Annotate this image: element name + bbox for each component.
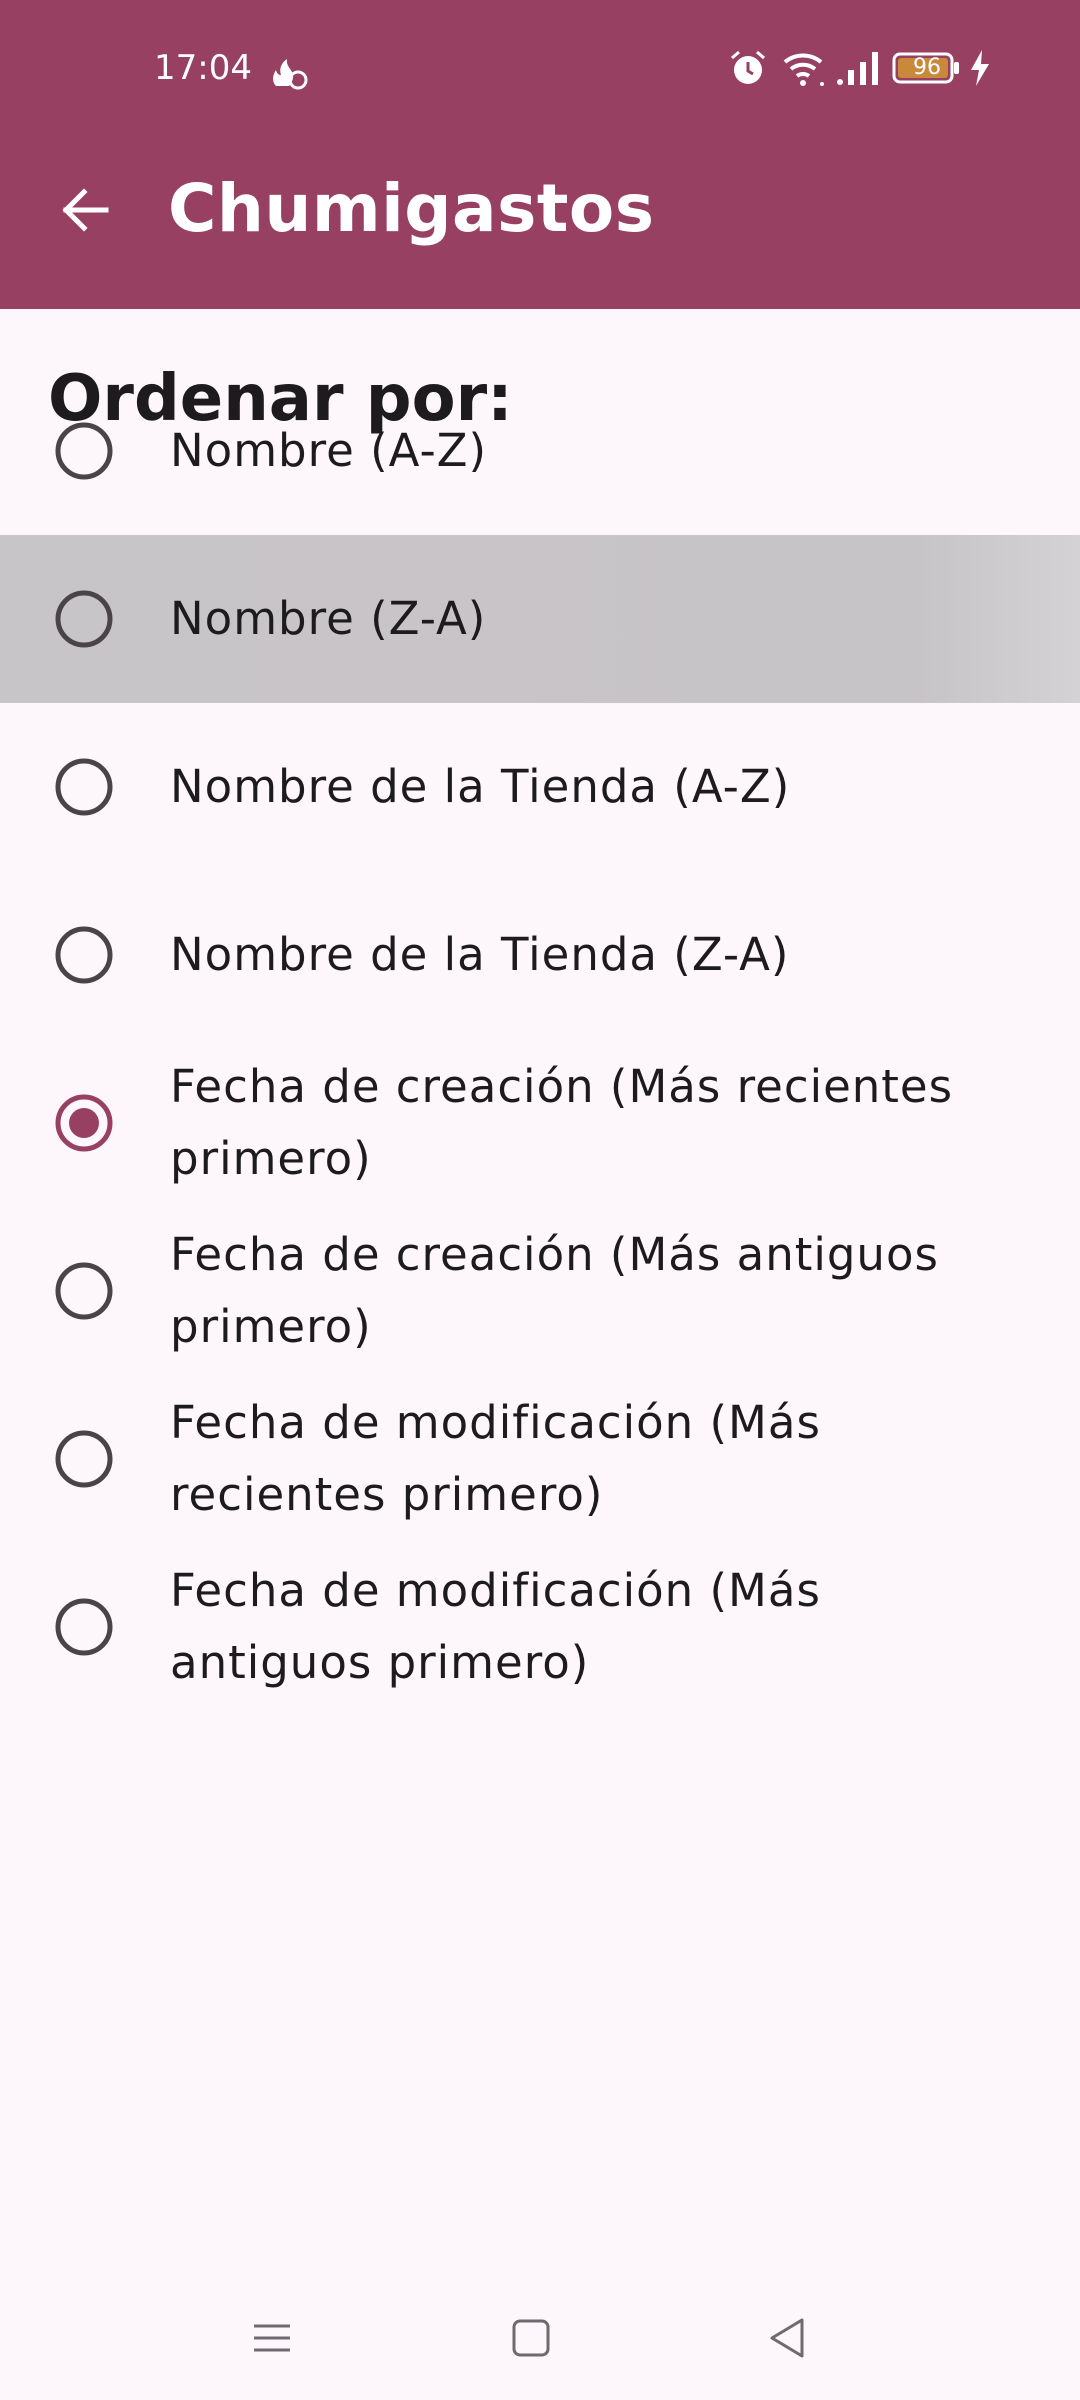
sort-option-label: Fecha de modificación (Más recientes pri… [170, 1396, 821, 1521]
sort-option-label: Nombre de la Tienda (Z-A) [170, 928, 790, 981]
sort-option-label: Nombre (Z-A) [170, 592, 487, 645]
signal-icon [837, 52, 878, 85]
back-button[interactable] [52, 178, 116, 242]
radio-unselected-icon[interactable] [54, 421, 114, 481]
radio-unselected-icon[interactable] [54, 925, 114, 985]
menu-icon[interactable] [242, 2308, 302, 2368]
sort-option-name-desc[interactable]: Nombre (Z-A) [0, 535, 1080, 703]
charging-icon [971, 50, 989, 86]
sort-option-store-desc[interactable]: Nombre de la Tienda (Z-A) [0, 871, 1080, 1039]
sort-option-label: Fecha de creación (Más recientes primero… [170, 1060, 954, 1185]
alarm-icon [731, 50, 765, 84]
sort-option-label: Nombre (A-Z) [170, 424, 488, 477]
home-square-icon[interactable] [501, 2308, 561, 2368]
radio-unselected-icon[interactable] [54, 589, 114, 649]
sort-option-label: Fecha de modificación (Más antiguos prim… [170, 1564, 821, 1689]
radio-unselected-icon[interactable] [54, 1597, 114, 1657]
app-title: Chumigastos [168, 170, 655, 247]
radio-selected-icon[interactable] [54, 1093, 114, 1153]
radio-unselected-icon[interactable] [54, 1261, 114, 1321]
sort-option-store-asc[interactable]: Nombre de la Tienda (A-Z) [0, 703, 1080, 871]
sort-option-created-newest[interactable]: Fecha de creación (Más recientes primero… [0, 1039, 1080, 1207]
arrow-left-icon [62, 188, 109, 232]
sort-option-created-oldest[interactable]: Fecha de creación (Más antiguos primero) [0, 1207, 1080, 1375]
fire-icon [273, 59, 308, 90]
back-triangle-icon[interactable] [758, 2308, 818, 2368]
wifi-icon [783, 53, 824, 86]
system-nav-bar [0, 2268, 1080, 2400]
radio-unselected-icon[interactable] [54, 1429, 114, 1489]
app-bar: 17:04 96 Chumigastos [0, 0, 1080, 309]
status-icons: 96 [720, 48, 1080, 96]
sort-option-modified-newest[interactable]: Fecha de modificación (Más recientes pri… [0, 1375, 1080, 1543]
sort-option-name-asc[interactable]: Nombre (A-Z) [0, 367, 1080, 535]
battery-level: 96 [913, 55, 941, 80]
sort-option-modified-oldest[interactable]: Fecha de modificación (Más antiguos prim… [0, 1543, 1080, 1711]
sort-option-label: Fecha de creación (Más antiguos primero) [170, 1228, 939, 1353]
status-time: 17:04 [154, 48, 252, 88]
radio-unselected-icon[interactable] [54, 757, 114, 817]
sort-options-list: Nombre (A-Z) Nombre (Z-A) Nombre de la T… [0, 367, 1080, 1711]
sort-option-label: Nombre de la Tienda (A-Z) [170, 760, 791, 813]
